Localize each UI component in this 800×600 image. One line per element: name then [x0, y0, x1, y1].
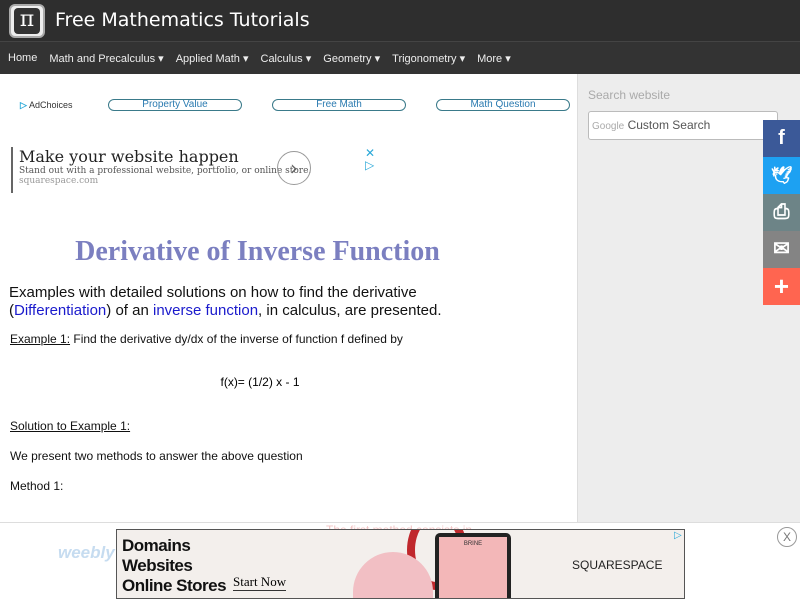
- search-label: Search website: [588, 88, 671, 102]
- twitter-icon: 🕊: [770, 166, 793, 185]
- nav-applied-math[interactable]: Applied Math ▾: [176, 52, 249, 65]
- ad-close-icon[interactable]: ✕ ▷: [365, 147, 375, 171]
- intro-text: Examples with detailed solutions on how …: [9, 284, 442, 319]
- squarespace-ad[interactable]: Make your website happen Stand out with …: [11, 147, 381, 193]
- google-label: Google: [592, 121, 625, 132]
- site-title[interactable]: Free Mathematics Tutorials: [55, 9, 310, 31]
- close-ad-button[interactable]: X: [777, 527, 797, 547]
- pi-logo-icon[interactable]: π: [9, 4, 45, 38]
- ad-link-free-math[interactable]: Free Math: [272, 99, 406, 111]
- facebook-share-button[interactable]: f: [763, 120, 800, 157]
- print-button[interactable]: ⎙: [763, 194, 800, 231]
- weebly-logo: weebly: [58, 543, 115, 562]
- ad-headline: Make your website happen: [19, 147, 239, 166]
- inverse-function-link[interactable]: inverse function: [153, 302, 258, 319]
- nav-home[interactable]: Home: [8, 52, 37, 64]
- more-share-button[interactable]: +: [763, 268, 800, 305]
- ad-link-math-question[interactable]: Math Question: [436, 99, 570, 111]
- search-placeholder: Custom Search: [627, 118, 711, 132]
- twitter-share-button[interactable]: 🕊: [763, 157, 800, 194]
- ad-url: squarespace.com: [19, 176, 99, 186]
- adchoices-icon[interactable]: ▷: [674, 530, 682, 541]
- facebook-icon: f: [778, 127, 785, 149]
- tablet-mockup: BRINE: [435, 533, 511, 598]
- site-header: π Free Mathematics Tutorials: [0, 0, 800, 42]
- methods-text: We present two methods to answer the abo…: [10, 449, 303, 463]
- ad-subtext: Stand out with a professional website, p…: [19, 166, 312, 176]
- page-title: Derivative of Inverse Function: [75, 236, 440, 267]
- differentiation-link[interactable]: Differentiation: [14, 302, 106, 319]
- print-icon: ⎙: [773, 201, 790, 223]
- ad-headline: Domains Websites Online Stores: [122, 536, 227, 595]
- squarespace-banner-ad[interactable]: BRINE Domains Websites Online Stores Start…: [116, 529, 685, 599]
- method-1-label: Method 1:: [10, 479, 64, 493]
- nav-math-precalculus[interactable]: Math and Precalculus ▾: [49, 52, 163, 65]
- plus-icon: +: [773, 271, 790, 301]
- email-share-button[interactable]: ✉: [763, 231, 800, 268]
- ad-link-property-value[interactable]: Property Value: [108, 99, 242, 111]
- squarespace-logo: SQUARESPACE: [572, 558, 663, 572]
- start-now-link[interactable]: Start Now: [233, 574, 287, 591]
- email-icon: ✉: [773, 238, 790, 260]
- main-nav: Home Math and Precalculus ▾ Applied Math…: [0, 42, 800, 74]
- nav-geometry[interactable]: Geometry ▾: [323, 52, 380, 65]
- solution-heading: Solution to Example 1:: [10, 419, 131, 433]
- ad-links: ▷ AdChoices Property Value Free Math Mat…: [20, 99, 600, 111]
- formula: f(x)= (1/2) x - 1: [220, 375, 300, 389]
- nav-calculus[interactable]: Calculus ▾: [261, 52, 312, 65]
- chevron-right-icon[interactable]: ›: [277, 151, 311, 185]
- adchoices[interactable]: ▷ AdChoices: [20, 100, 108, 111]
- nav-trigonometry[interactable]: Trigonometry ▾: [392, 52, 465, 65]
- nav-more[interactable]: More ▾: [477, 52, 511, 65]
- search-input[interactable]: Google Custom Search: [588, 111, 778, 140]
- example-1: Example 1: Find the derivative dy/dx of …: [10, 332, 403, 346]
- adchoices-icon: ▷: [20, 99, 27, 110]
